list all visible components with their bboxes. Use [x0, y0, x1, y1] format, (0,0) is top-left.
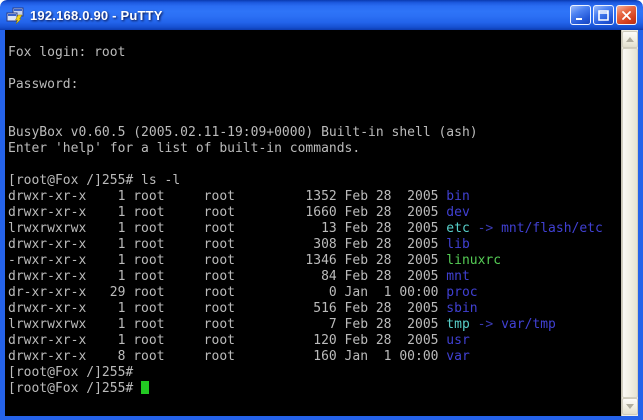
- scrollbar-thumb[interactable]: [622, 48, 638, 398]
- terminal-line: [8, 157, 618, 173]
- terminal-line: lrwxrwxrwx 1 root root 7 Feb 28 2005 tmp…: [8, 317, 618, 333]
- terminal-line: dr-xr-xr-x 29 root root 0 Jan 1 00:00 pr…: [8, 285, 618, 301]
- chevron-up-icon: [626, 37, 634, 42]
- terminal-line: Enter 'help' for a list of built-in comm…: [8, 141, 618, 157]
- terminal-line: [root@Fox /]255#: [8, 381, 618, 397]
- window-title: 192.168.0.90 - PuTTY: [30, 8, 570, 23]
- terminal-cursor: [141, 381, 149, 394]
- terminal-line: lrwxrwxrwx 1 root root 13 Feb 28 2005 et…: [8, 221, 618, 237]
- scrollbar[interactable]: [621, 30, 638, 416]
- title-bar[interactable]: 192.168.0.90 - PuTTY: [0, 0, 643, 30]
- terminal-line: [8, 109, 618, 125]
- putty-icon[interactable]: [6, 7, 24, 25]
- terminal-line: [8, 61, 618, 77]
- terminal-line: [8, 93, 618, 109]
- terminal-screen[interactable]: Fox login: root Password: BusyBox v0.60.…: [0, 30, 643, 420]
- terminal-line: [root@Fox /]255#: [8, 365, 618, 381]
- putty-window: 192.168.0.90 - PuTTY Fox login: root Pas…: [0, 0, 643, 420]
- minimize-button[interactable]: [570, 5, 591, 25]
- terminal-line: drwxr-xr-x 1 root root 120 Feb 28 2005 u…: [8, 333, 618, 349]
- terminal-line: drwxr-xr-x 1 root root 516 Feb 28 2005 s…: [8, 301, 618, 317]
- maximize-button[interactable]: [593, 5, 614, 25]
- maximize-icon: [598, 10, 609, 21]
- terminal-line: Fox login: root: [8, 45, 618, 61]
- terminal-line: -rwxr-xr-x 1 root root 1346 Feb 28 2005 …: [8, 253, 618, 269]
- terminal-line: Password:: [8, 77, 618, 93]
- terminal-line: [root@Fox /]255# ls -l: [8, 173, 618, 189]
- window-controls: [570, 5, 637, 25]
- terminal-line: drwxr-xr-x 1 root root 84 Feb 28 2005 mn…: [8, 269, 618, 285]
- terminal-line: drwxr-xr-x 1 root root 308 Feb 28 2005 l…: [8, 237, 618, 253]
- close-icon: [621, 10, 632, 21]
- scroll-up-button[interactable]: [622, 31, 638, 48]
- terminal-output: Fox login: root Password: BusyBox v0.60.…: [8, 45, 618, 397]
- terminal-line: drwxr-xr-x 8 root root 160 Jan 1 00:00 v…: [8, 349, 618, 365]
- terminal-line: BusyBox v0.60.5 (2005.02.11-19:09+0000) …: [8, 125, 618, 141]
- chevron-down-icon: [626, 404, 634, 409]
- minimize-icon: [575, 10, 586, 21]
- close-button[interactable]: [616, 5, 637, 25]
- scroll-down-button[interactable]: [622, 398, 638, 415]
- terminal-line: drwxr-xr-x 1 root root 1352 Feb 28 2005 …: [8, 189, 618, 205]
- terminal-line: drwxr-xr-x 1 root root 1660 Feb 28 2005 …: [8, 205, 618, 221]
